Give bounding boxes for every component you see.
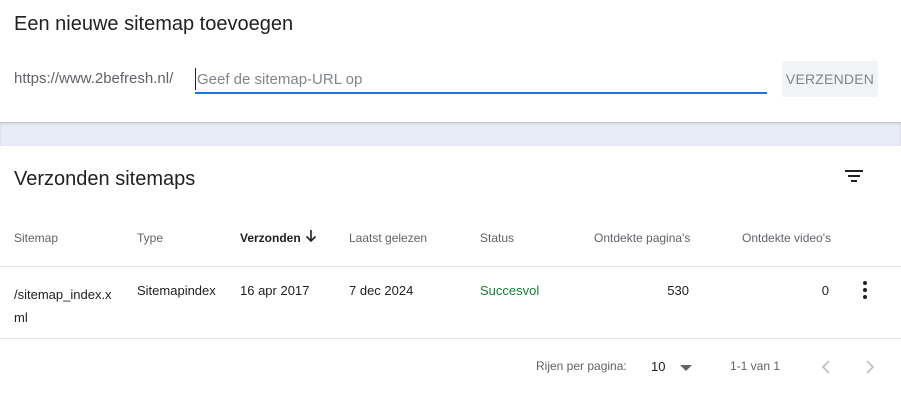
column-header-sitemap[interactable]: Sitemap [14,231,58,245]
column-header-discovered-pages[interactable]: Ontdekte pagina's [594,231,690,245]
column-header-status[interactable]: Status [480,231,514,245]
chevron-right-icon[interactable] [858,355,882,379]
filter-list-icon[interactable] [842,166,866,186]
rows-per-page-label: Rijen per pagina: [536,359,627,373]
section-divider [0,122,901,146]
column-header-last-read[interactable]: Laatst gelezen [349,231,427,245]
table-row[interactable]: /sitemap_index.x ml Sitemapindex 16 apr … [0,266,901,339]
sitemap-path-line-1: /sitemap_index.x [14,287,112,302]
add-sitemap-title: Een nieuwe sitemap toevoegen [14,13,294,35]
column-header-discovered-videos[interactable]: Ontdekte video's [742,231,831,245]
pagination-range: 1-1 van 1 [730,359,781,373]
discovered-videos-cell: 0 [821,283,829,298]
sitemap-url-field [195,66,767,94]
last-read-cell: 7 dec 2024 [349,283,414,298]
rows-per-page-select[interactable]: 10 [651,355,697,377]
url-prefix: https://www.2befresh.nl/ [14,70,174,87]
arrow-down-icon[interactable] [304,229,318,243]
more-vert-icon[interactable] [857,280,873,300]
column-header-submitted[interactable]: Verzonden [240,231,301,245]
sitemap-path-cell: /sitemap_index.x ml [14,283,112,329]
dropdown-caret-icon [680,365,692,371]
submitted-sitemaps-card: Verzonden sitemaps Sitemap Type Verzonde… [0,146,901,393]
add-sitemap-card: Een nieuwe sitemap toevoegen https://www… [0,0,901,122]
status-cell: Succesvol [480,283,540,298]
rows-per-page-value: 10 [651,359,666,374]
submit-button[interactable]: VERZENDEN [782,61,878,97]
submitted-date-cell: 16 apr 2017 [240,283,310,298]
sitemap-url-input[interactable] [195,68,767,90]
chevron-left-icon[interactable] [814,355,838,379]
column-header-type[interactable]: Type [137,231,163,245]
sitemap-path-line-2: ml [14,310,28,325]
sitemap-type-cell: Sitemapindex [137,283,216,298]
discovered-pages-cell: 530 [667,283,689,298]
submitted-sitemaps-title: Verzonden sitemaps [14,168,196,190]
